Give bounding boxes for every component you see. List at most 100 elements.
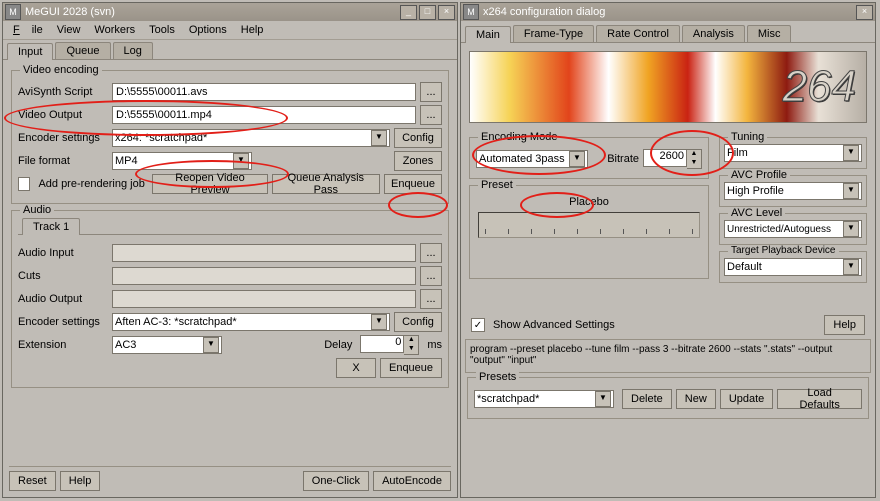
encoding-mode-select[interactable]: Automated 3pass▼ xyxy=(476,150,588,168)
min-button[interactable]: _ xyxy=(400,5,417,20)
queue-analysis-button[interactable]: Queue Analysis Pass xyxy=(272,174,380,194)
audio-output-field[interactable] xyxy=(112,290,416,308)
reset-button[interactable]: Reset xyxy=(9,471,56,491)
x264-config-window: M x264 configuration dialog × Main Frame… xyxy=(460,2,876,498)
one-click-button[interactable]: One-Click xyxy=(303,471,369,491)
menu-tools[interactable]: Tools xyxy=(143,23,181,37)
preset-slider[interactable] xyxy=(478,212,700,238)
file-format-select[interactable]: MP4▼ xyxy=(112,152,252,170)
encoder-settings-select[interactable]: x264: *scratchpad*▼ xyxy=(112,129,390,147)
file-format-label: File format xyxy=(18,155,108,167)
cuts-field[interactable] xyxy=(112,267,416,285)
avisynth-label: AviSynth Script xyxy=(18,86,108,98)
extension-select[interactable]: AC3▼ xyxy=(112,336,222,354)
audio-encoder-label: Encoder settings xyxy=(18,316,108,328)
audio-enqueue-button[interactable]: Enqueue xyxy=(380,358,442,378)
presets-select[interactable]: *scratchpad*▼ xyxy=(474,390,614,408)
window-title: x264 configuration dialog xyxy=(483,6,605,18)
add-pre-rendering-checkbox[interactable] xyxy=(18,177,30,191)
help-button[interactable]: Help xyxy=(60,471,101,491)
group-legend: Audio xyxy=(20,204,54,216)
autoencode-button[interactable]: AutoEncode xyxy=(373,471,451,491)
tab-frame-type[interactable]: Frame-Type xyxy=(513,25,594,42)
audio-group: Audio Track 1 Audio Input ... Cuts ... A… xyxy=(11,210,449,388)
bitrate-label: Bitrate xyxy=(607,153,639,165)
new-button[interactable]: New xyxy=(676,389,716,409)
encoder-settings-label: Encoder settings xyxy=(18,132,108,144)
footer-bar: Reset Help One-Click AutoEncode xyxy=(9,466,451,491)
audio-output-label: Audio Output xyxy=(18,293,108,305)
show-advanced-checkbox[interactable]: ✓ xyxy=(471,318,485,332)
close-button[interactable]: × xyxy=(856,5,873,20)
browse-cuts-button[interactable]: ... xyxy=(420,266,442,286)
window-title: MeGUI 2028 (svn) xyxy=(25,6,115,18)
audio-input-field[interactable] xyxy=(112,244,416,262)
zones-button[interactable]: Zones xyxy=(394,151,442,171)
x264-logo: 264 xyxy=(469,51,867,123)
video-output-label: Video Output xyxy=(18,109,108,121)
tab-misc[interactable]: Misc xyxy=(747,25,792,42)
left-tabs: Input Queue Log xyxy=(3,42,457,60)
avc-profile-select[interactable]: High Profile▼ xyxy=(724,182,862,200)
megui-window: M MeGUI 2028 (svn) _ □ × File View Worke… xyxy=(2,2,458,498)
menu-help[interactable]: Help xyxy=(235,23,270,37)
preset-group: Preset Placebo xyxy=(469,185,709,279)
titlebar-left: M MeGUI 2028 (svn) _ □ × xyxy=(3,3,457,21)
chevron-down-icon: ▼ xyxy=(203,337,219,353)
tab-queue[interactable]: Queue xyxy=(55,42,110,59)
help-button[interactable]: Help xyxy=(824,315,865,335)
tab-track1[interactable]: Track 1 xyxy=(22,218,80,235)
tab-rate-control[interactable]: Rate Control xyxy=(596,25,680,42)
ms-label: ms xyxy=(427,339,442,351)
presets-group: Presets *scratchpad*▼ Delete New Update … xyxy=(467,377,869,419)
tab-main[interactable]: Main xyxy=(465,26,511,43)
delay-spinner[interactable]: 0 ▲▼ xyxy=(360,335,419,355)
video-output-input[interactable] xyxy=(112,106,416,124)
encoding-mode-group: Encoding Mode Automated 3pass▼ Bitrate 2… xyxy=(469,137,709,179)
menu-workers[interactable]: Workers xyxy=(88,23,141,37)
avisynth-input[interactable] xyxy=(112,83,416,101)
chevron-down-icon: ▼ xyxy=(233,153,249,169)
browse-script-button[interactable]: ... xyxy=(420,82,442,102)
chevron-down-icon: ▼ xyxy=(843,183,859,199)
menu-view[interactable]: View xyxy=(51,23,87,37)
menubar[interactable]: File View Workers Tools Options Help xyxy=(3,21,457,40)
chevron-down-icon: ▼ xyxy=(371,314,387,330)
tuning-select[interactable]: Film▼ xyxy=(724,144,862,162)
menu-file[interactable]: File xyxy=(7,23,49,37)
right-tabs: Main Frame-Type Rate Control Analysis Mi… xyxy=(461,25,875,43)
chevron-down-icon: ▼ xyxy=(843,259,859,275)
avc-level-select[interactable]: Unrestricted/Autoguess▼ xyxy=(724,220,862,238)
delete-button[interactable]: Delete xyxy=(622,389,672,409)
app-icon: M xyxy=(5,4,21,20)
max-button[interactable]: □ xyxy=(419,5,436,20)
target-device-group: Target Playback Device Default▼ xyxy=(719,251,867,283)
chevron-down-icon: ▼ xyxy=(843,145,859,161)
cuts-label: Cuts xyxy=(18,270,108,282)
extension-label: Extension xyxy=(18,339,108,351)
menu-options[interactable]: Options xyxy=(183,23,233,37)
reopen-preview-button[interactable]: Reopen Video Preview xyxy=(152,174,267,194)
browse-audio-in-button[interactable]: ... xyxy=(420,243,442,263)
tuning-group: Tuning Film▼ xyxy=(719,137,867,169)
video-enqueue-button[interactable]: Enqueue xyxy=(384,174,442,194)
chevron-down-icon: ▼ xyxy=(371,130,387,146)
target-device-select[interactable]: Default▼ xyxy=(724,258,862,276)
preset-name: Placebo xyxy=(476,196,702,208)
audio-config-button[interactable]: Config xyxy=(394,312,442,332)
update-button[interactable]: Update xyxy=(720,389,773,409)
config-button[interactable]: Config xyxy=(394,128,442,148)
chevron-down-icon: ▼ xyxy=(843,221,859,237)
audio-encoder-select[interactable]: Aften AC-3: *scratchpad*▼ xyxy=(112,313,390,331)
load-defaults-button[interactable]: Load Defaults xyxy=(777,389,862,409)
browse-output-button[interactable]: ... xyxy=(420,105,442,125)
browse-audio-out-button[interactable]: ... xyxy=(420,289,442,309)
close-button[interactable]: × xyxy=(438,5,455,20)
tab-analysis[interactable]: Analysis xyxy=(682,25,745,42)
tab-log[interactable]: Log xyxy=(113,42,153,59)
tab-input[interactable]: Input xyxy=(7,43,53,60)
show-advanced-label: Show Advanced Settings xyxy=(493,319,615,331)
delay-label: Delay xyxy=(226,339,356,351)
bitrate-spinner[interactable]: 2600 ▲▼ xyxy=(643,149,702,169)
audio-x-button[interactable]: X xyxy=(336,358,376,378)
